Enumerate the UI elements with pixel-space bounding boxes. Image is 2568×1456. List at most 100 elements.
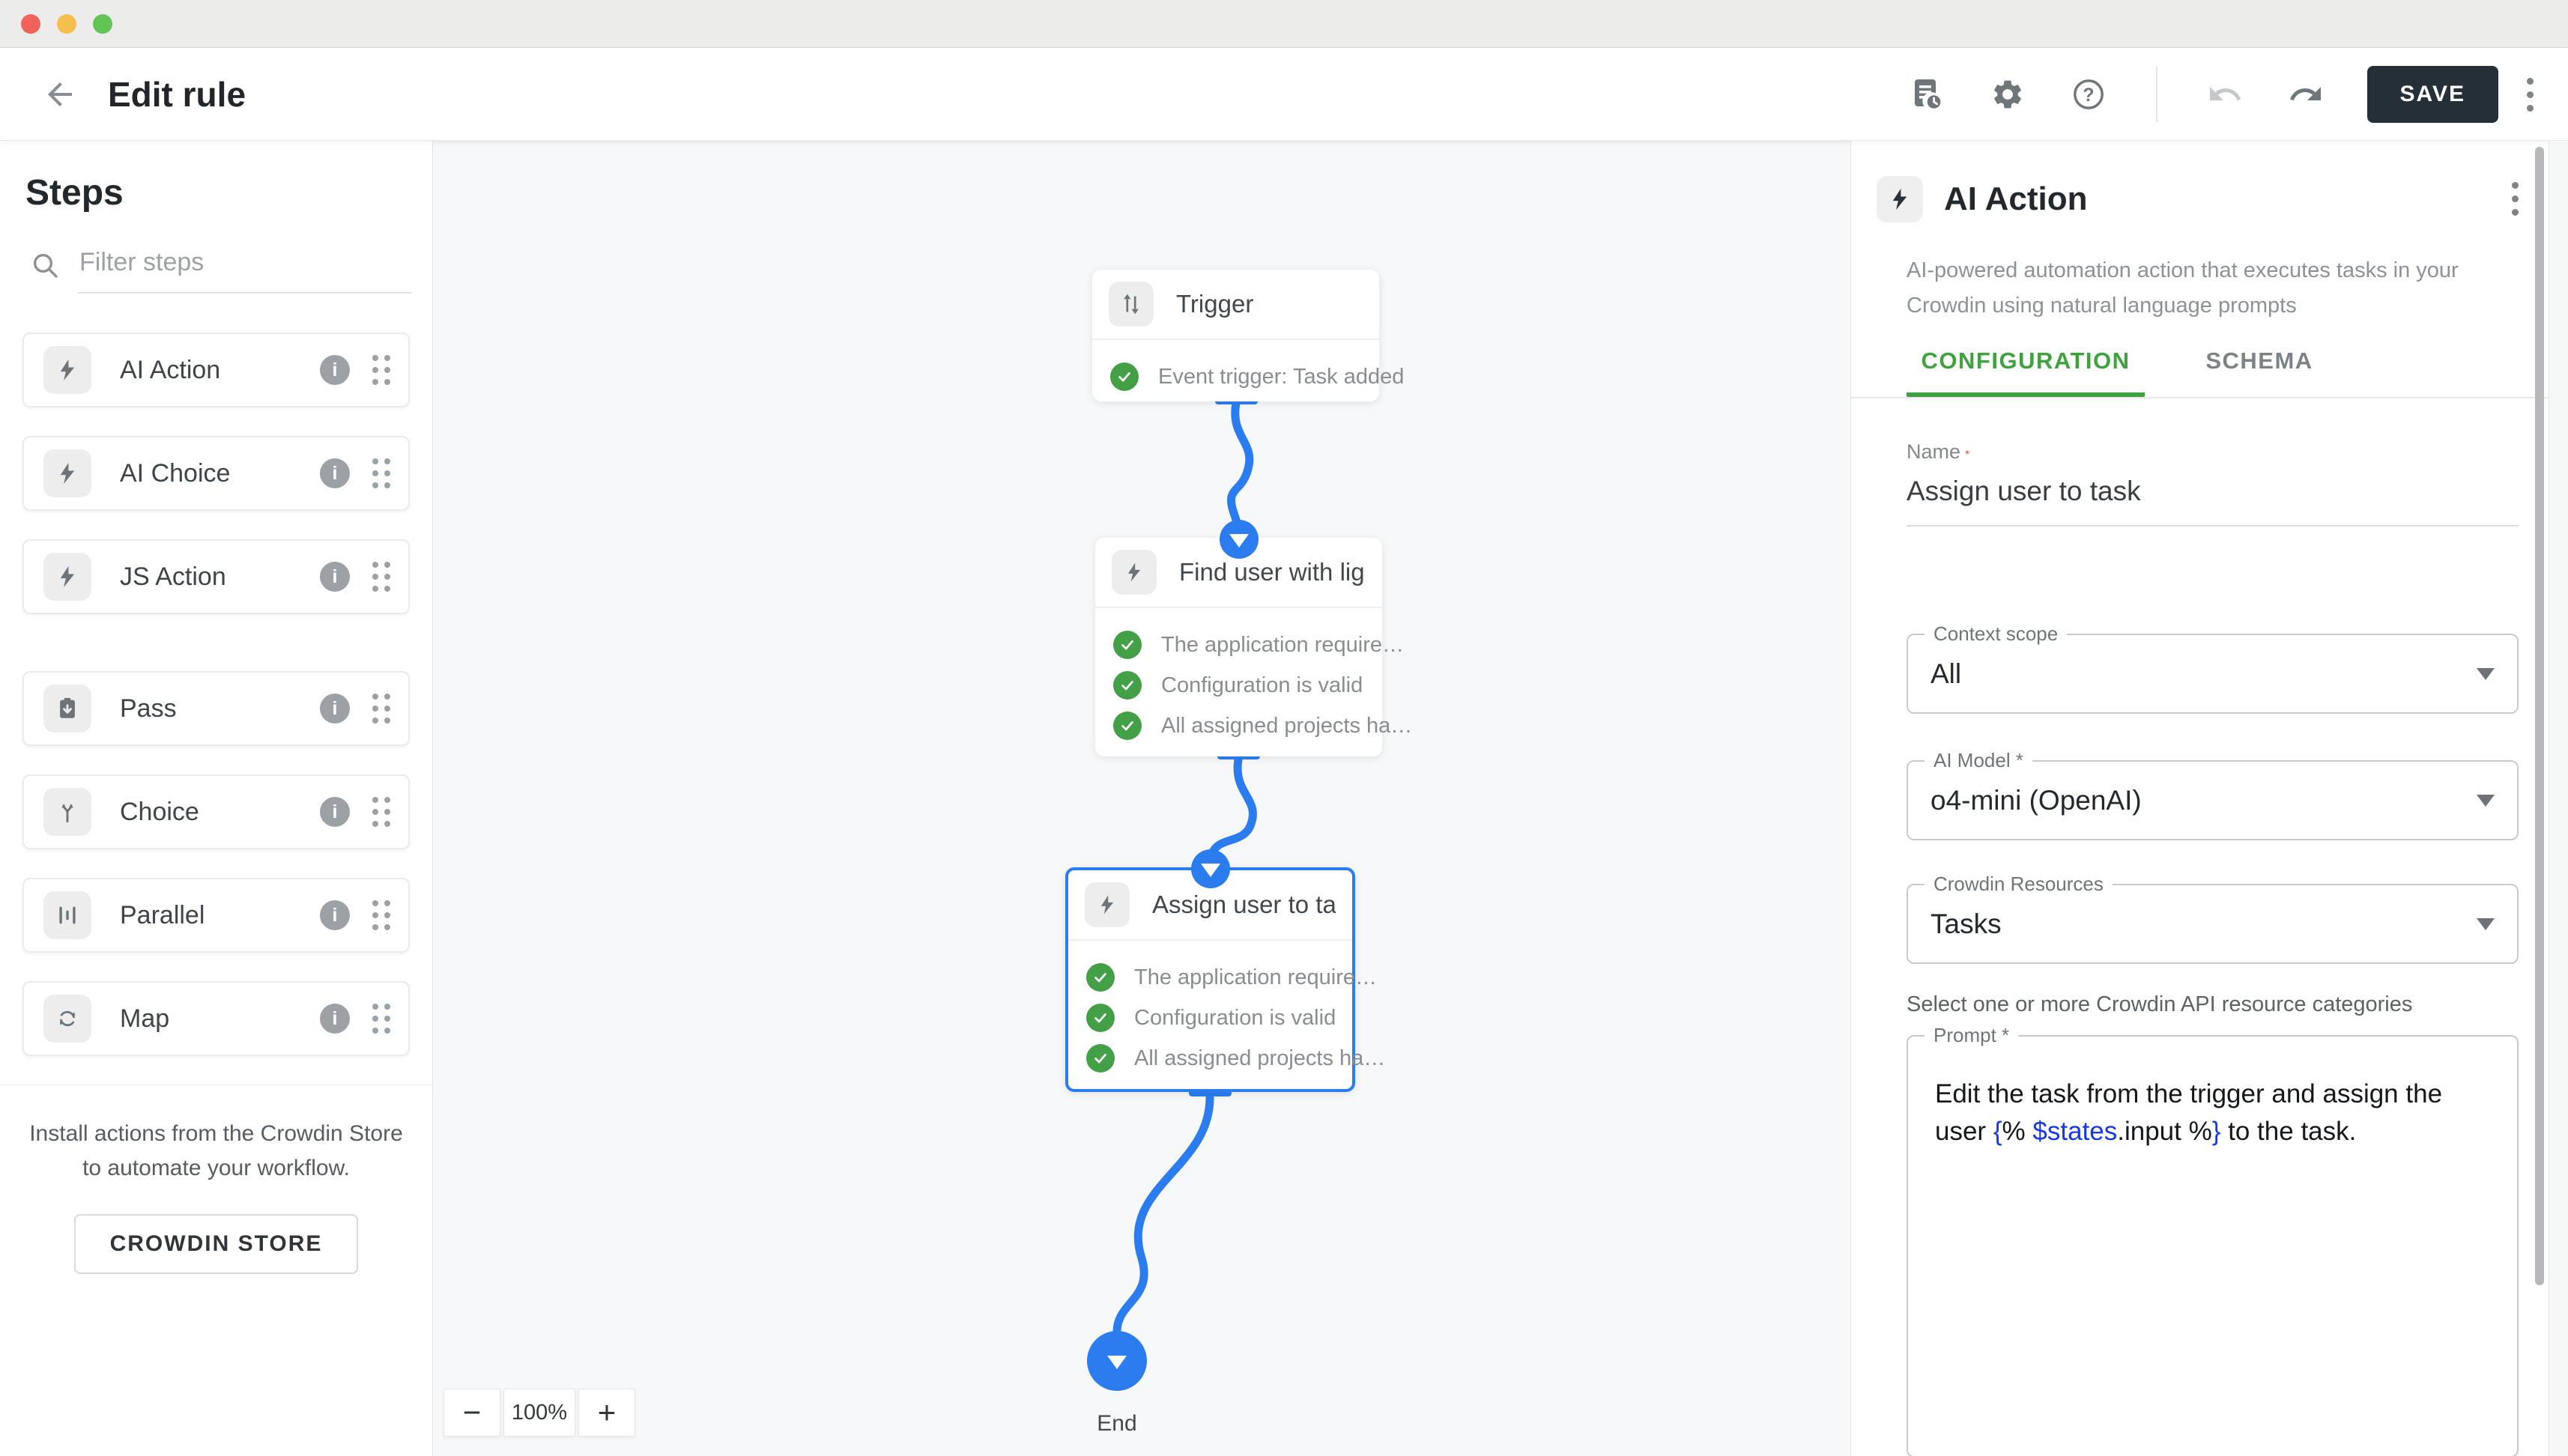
window-zoom-button[interactable] [93, 14, 112, 34]
name-input[interactable] [1907, 464, 2519, 527]
step-card-ai-action[interactable]: AI Action [22, 333, 410, 407]
bolt-icon [1085, 882, 1130, 927]
info-icon[interactable] [320, 562, 350, 592]
ai-model-label: AI Model * [1925, 749, 2032, 772]
tabs-divider [1851, 397, 2568, 398]
check-icon [1113, 671, 1142, 700]
parallel-bars-icon [43, 891, 91, 939]
step-card-map[interactable]: Map [22, 981, 410, 1056]
zoom-in-button[interactable]: + [578, 1389, 635, 1437]
back-button[interactable] [39, 73, 81, 115]
step-card-pass[interactable]: Pass [22, 671, 410, 746]
step-card-label: AI Choice [120, 459, 320, 488]
drag-handle[interactable] [372, 1004, 390, 1034]
chevron-down-icon [2477, 668, 2495, 680]
edit-rule-window: Edit rule ? SAV [0, 0, 2568, 1456]
store-hint-text: Install actions from the Crowdin Store t… [28, 1117, 404, 1186]
bolt-icon [43, 449, 91, 497]
bolt-icon [1112, 550, 1157, 595]
node-find-user[interactable]: Find user with lighte… The application r… [1095, 538, 1382, 756]
undo-button[interactable] [2206, 76, 2244, 113]
document-history-icon [1909, 76, 1945, 112]
prompt-label: Prompt * [1925, 1024, 2018, 1047]
info-icon[interactable] [320, 458, 350, 488]
tab-configuration[interactable]: CONFIGURATION [1907, 333, 2145, 397]
window-titlebar [0, 0, 2568, 48]
end-node-label: End [1072, 1411, 1162, 1437]
node-title: Trigger [1176, 290, 1253, 318]
info-icon[interactable] [320, 1004, 350, 1034]
step-card-choice[interactable]: Choice [22, 774, 410, 849]
search-icon [30, 250, 60, 294]
settings-button[interactable] [1989, 76, 2026, 113]
end-node[interactable] [1087, 1331, 1147, 1391]
config-panel: AI Action AI-powered automation action t… [1850, 141, 2568, 1456]
activity-log-button[interactable] [1908, 76, 1945, 113]
step-card-label: Pass [120, 694, 320, 724]
node-check-text: All assigned projects ha… [1134, 1046, 1385, 1071]
node-check-text: The application require… [1134, 965, 1377, 990]
bolt-icon [43, 346, 91, 394]
drag-handle[interactable] [372, 900, 390, 930]
chevron-down-icon [2477, 918, 2495, 930]
node-check-row: Configuration is valid [1086, 1004, 1334, 1032]
prompt-text: Edit the task from the trigger and assig… [1935, 1076, 2490, 1150]
panel-tabs: CONFIGURATION SCHEMA [1907, 333, 2519, 397]
node-check-row: All assigned projects ha… [1086, 1044, 1334, 1073]
zoom-out-button[interactable]: − [443, 1389, 500, 1437]
ai-model-select[interactable]: AI Model * o4-mini (OpenAI) [1907, 760, 2519, 840]
steps-sidebar: Steps AI Action AI Choice JS Act [0, 141, 433, 1456]
help-button[interactable]: ? [2070, 76, 2107, 113]
crowdin-store-button[interactable]: CROWDIN STORE [74, 1214, 359, 1274]
drag-handle[interactable] [372, 458, 390, 488]
crowdin-resources-select[interactable]: Crowdin Resources Tasks [1907, 884, 2519, 964]
drag-handle[interactable] [372, 355, 390, 385]
info-icon[interactable] [320, 694, 350, 724]
tab-schema[interactable]: SCHEMA [2188, 333, 2331, 397]
connector-arrow-icon [1220, 520, 1259, 559]
prompt-field[interactable]: Prompt * Edit the task from the trigger … [1907, 1035, 2519, 1456]
info-icon[interactable] [320, 355, 350, 385]
step-card-ai-choice[interactable]: AI Choice [22, 436, 410, 511]
window-minimize-button[interactable] [57, 14, 76, 34]
redo-button[interactable] [2287, 76, 2325, 113]
node-check-row: The application require… [1086, 963, 1334, 992]
node-assign-user[interactable]: Assign user to task The application requ… [1065, 867, 1355, 1092]
bolt-icon [43, 553, 91, 601]
window-close-button[interactable] [21, 14, 40, 34]
panel-title: AI Action [1944, 181, 2504, 218]
node-check-text: All assigned projects ha… [1161, 714, 1412, 738]
scrollbar-thumb[interactable] [2535, 147, 2544, 1285]
bolt-icon [1877, 176, 1923, 222]
sidebar-title: Steps [25, 172, 432, 213]
header-more-button[interactable] [2519, 70, 2541, 119]
drag-handle[interactable] [372, 797, 390, 827]
check-icon [1113, 712, 1142, 740]
step-card-js-action[interactable]: JS Action [22, 539, 410, 614]
node-trigger[interactable]: Trigger Event trigger: Task added [1092, 270, 1379, 401]
step-card-parallel[interactable]: Parallel [22, 878, 410, 953]
workflow-canvas[interactable]: Trigger Event trigger: Task added Find u… [433, 141, 1850, 1456]
zoom-level: 100% [503, 1389, 575, 1437]
info-icon[interactable] [320, 900, 350, 930]
svg-text:?: ? [2083, 85, 2094, 106]
page-header: Edit rule ? SAV [0, 48, 2568, 141]
panel-more-button[interactable] [2504, 175, 2526, 223]
info-icon[interactable] [320, 797, 350, 827]
check-icon [1086, 963, 1115, 992]
name-field-label: Name [1907, 440, 1960, 463]
node-title: Assign user to task [1152, 891, 1336, 919]
step-card-label: Choice [120, 798, 320, 827]
panel-description: AI-powered automation action that execut… [1907, 253, 2519, 324]
split-arrows-icon [43, 788, 91, 836]
step-card-label: Parallel [120, 901, 320, 930]
drag-handle[interactable] [372, 562, 390, 592]
required-asterisk: * [1965, 449, 1969, 461]
drag-handle[interactable] [372, 694, 390, 724]
resources-helper-text: Select one or more Crowdin API resource … [1907, 992, 2519, 1017]
context-scope-select[interactable]: Context scope All [1907, 634, 2519, 714]
filter-steps-input[interactable] [78, 248, 411, 294]
header-divider [2156, 67, 2157, 122]
save-button[interactable]: SAVE [2367, 66, 2498, 123]
check-icon [1086, 1044, 1115, 1073]
